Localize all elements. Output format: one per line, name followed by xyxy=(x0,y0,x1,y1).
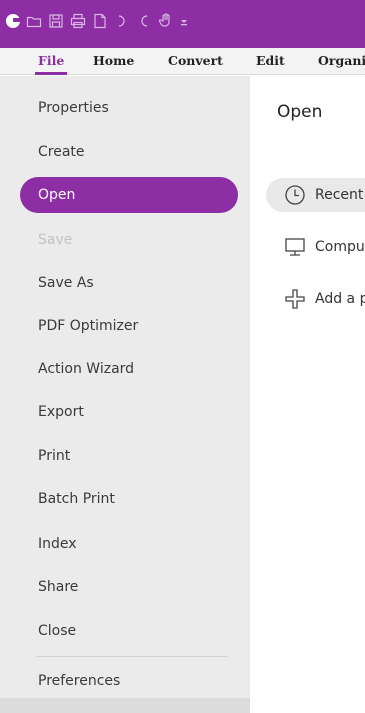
tab-edit[interactable]: Edit xyxy=(256,53,285,73)
add-place-icon xyxy=(284,288,306,310)
undo-icon[interactable] xyxy=(114,13,130,29)
sidebar-item-save-as[interactable]: Save As xyxy=(20,265,238,301)
tab-home[interactable]: Home xyxy=(93,53,134,73)
redo-icon[interactable] xyxy=(136,13,152,29)
clock-icon xyxy=(284,184,306,206)
save-icon[interactable] xyxy=(48,13,64,29)
sidebar-bottom-strip xyxy=(0,698,250,713)
sidebar-item-batch-print[interactable]: Batch Print xyxy=(20,481,238,517)
print-icon[interactable] xyxy=(70,13,86,29)
ribbon-tabs: File Home Convert Edit Organi xyxy=(0,48,365,75)
sidebar-item-open[interactable]: Open xyxy=(20,177,238,213)
open-option-computer[interactable]: Compu xyxy=(266,230,365,264)
hand-tool-icon[interactable] xyxy=(158,13,174,29)
sidebar-item-action-wizard[interactable]: Action Wizard xyxy=(20,351,238,387)
open-option-add-place[interactable]: Add a p xyxy=(266,282,365,316)
open-option-recent[interactable]: Recent xyxy=(266,178,365,212)
computer-monitor-icon xyxy=(284,236,306,258)
sidebar-item-close[interactable]: Close xyxy=(20,613,238,649)
sidebar-item-create[interactable]: Create xyxy=(20,134,238,170)
sidebar-item-preferences[interactable]: Preferences xyxy=(20,663,238,699)
open-folder-icon[interactable] xyxy=(26,13,42,29)
new-document-icon[interactable] xyxy=(92,13,108,29)
sidebar-item-index[interactable]: Index xyxy=(20,526,238,562)
sidebar-divider xyxy=(36,656,228,657)
sidebar-item-print[interactable]: Print xyxy=(20,438,238,474)
open-option-label: Add a p xyxy=(315,291,365,307)
open-option-label: Recent xyxy=(315,187,364,203)
sidebar-item-properties[interactable]: Properties xyxy=(20,90,238,126)
tab-convert[interactable]: Convert xyxy=(168,53,223,73)
sidebar-item-export[interactable]: Export xyxy=(20,394,238,430)
open-option-label: Compu xyxy=(315,239,365,255)
open-pane: Open Recent Compu Add a p xyxy=(250,76,365,713)
page-title: Open xyxy=(277,102,323,122)
sidebar-item-share[interactable]: Share xyxy=(20,569,238,605)
app-logo[interactable] xyxy=(6,14,20,28)
backstage-sidebar: Properties Create Open Save Save As PDF … xyxy=(0,76,250,713)
sidebar-item-pdf-optimizer[interactable]: PDF Optimizer xyxy=(20,308,238,344)
customize-arrow-icon[interactable] xyxy=(176,13,187,29)
tab-organize[interactable]: Organi xyxy=(318,53,365,73)
title-bar xyxy=(0,0,365,48)
sidebar-item-save: Save xyxy=(38,232,73,248)
tab-file[interactable]: File xyxy=(34,53,68,75)
